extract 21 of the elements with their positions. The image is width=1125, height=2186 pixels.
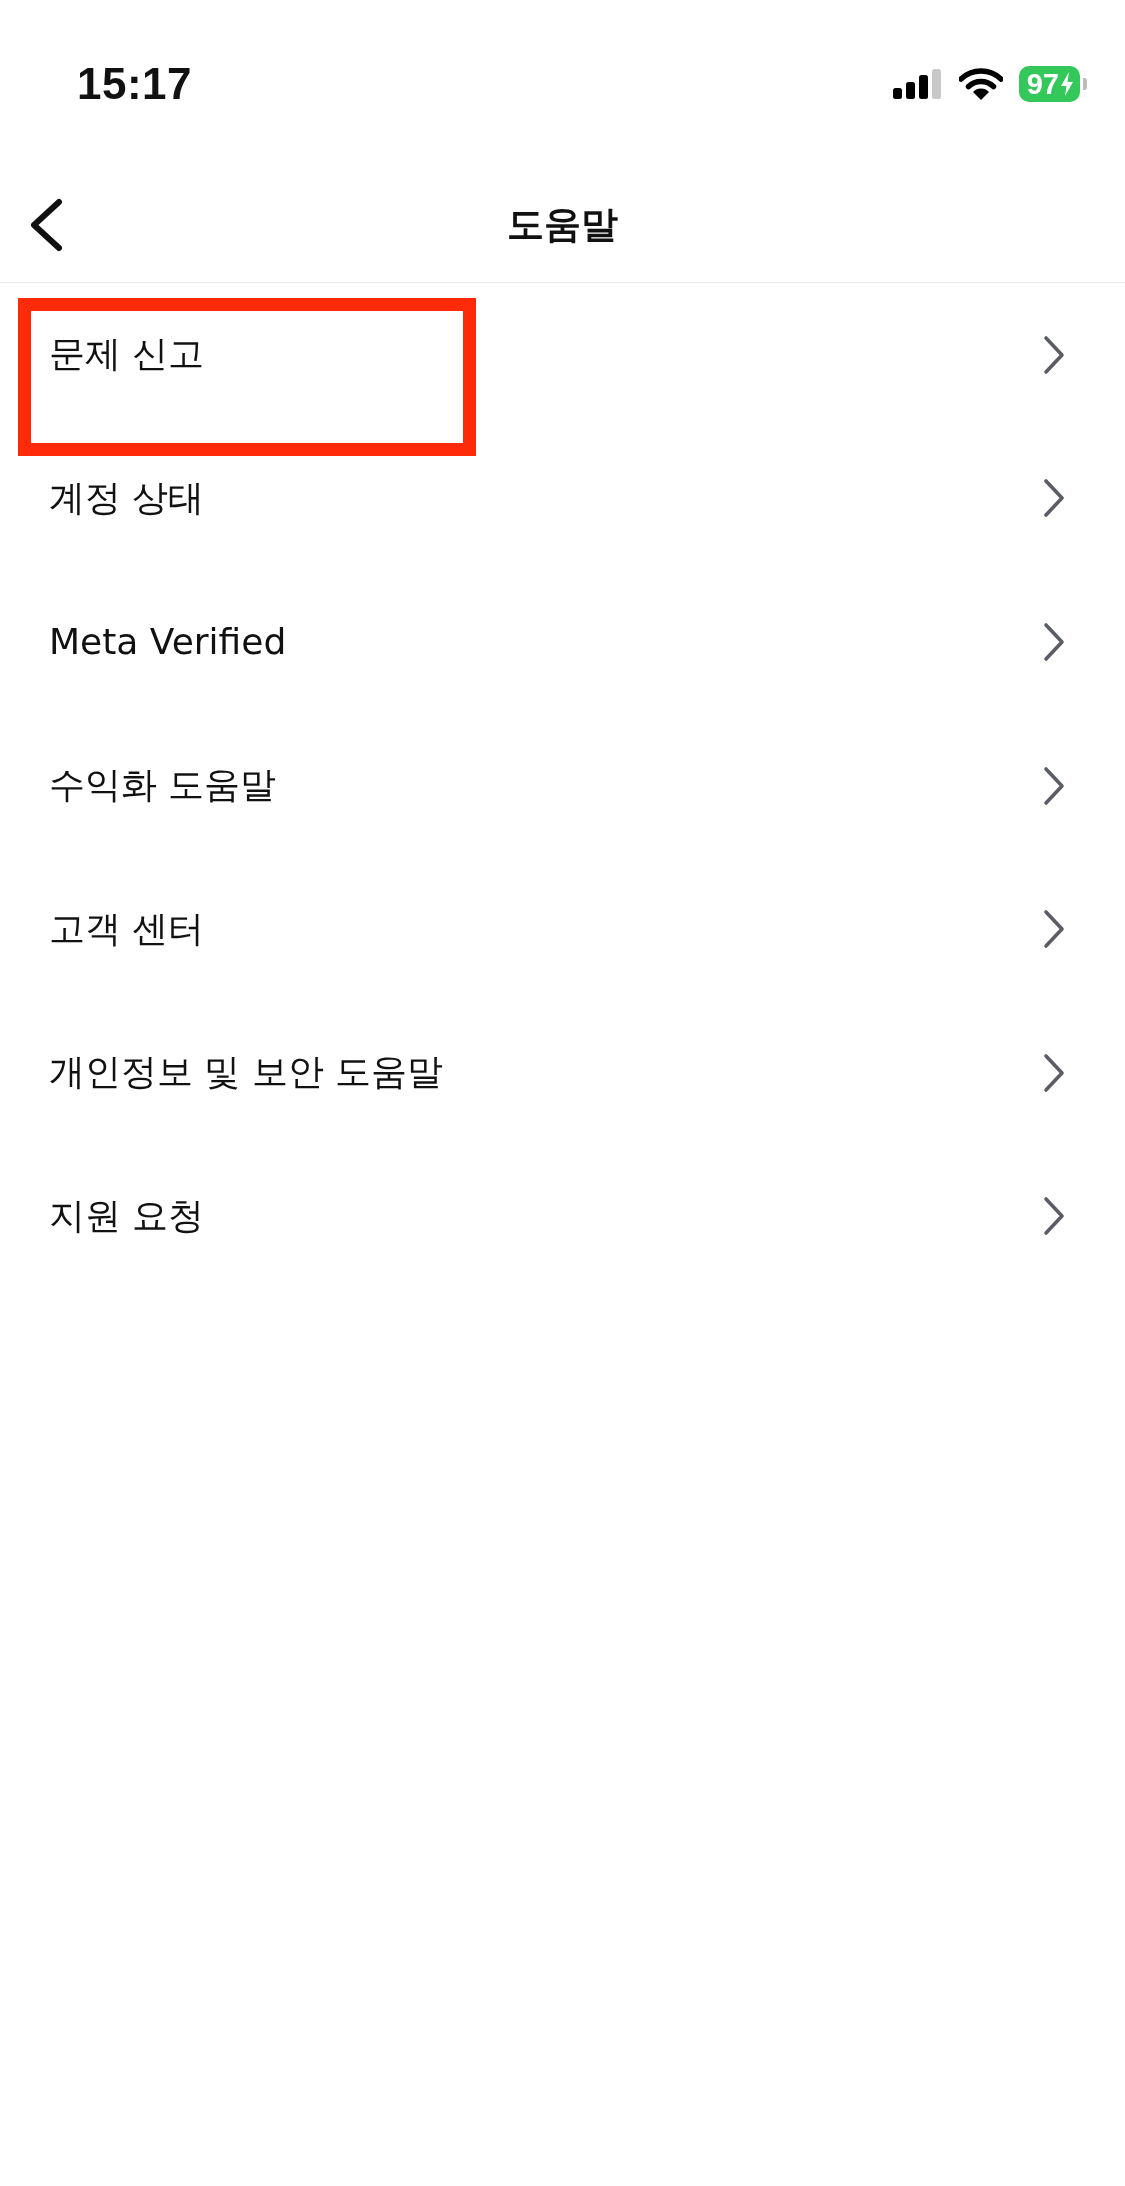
chevron-right-icon bbox=[1042, 1195, 1066, 1238]
menu-item[interactable]: Meta Verified bbox=[0, 570, 1125, 714]
status-time: 15:17 bbox=[77, 59, 193, 109]
page-title: 도움말 bbox=[507, 202, 618, 248]
back-chevron-icon[interactable] bbox=[28, 198, 64, 252]
chevron-right-icon bbox=[1042, 1051, 1066, 1094]
menu-item[interactable]: 문제 신고 bbox=[0, 283, 1125, 427]
chevron-right-icon bbox=[1042, 333, 1066, 376]
chevron-right-icon bbox=[1042, 477, 1066, 520]
menu-item[interactable]: 고객 센터 bbox=[0, 857, 1125, 1001]
chevron-right-icon bbox=[1042, 764, 1066, 807]
menu-item[interactable]: 개인정보 및 보안 도움말 bbox=[0, 1000, 1125, 1145]
menu-item[interactable]: 수익화 도움말 bbox=[0, 713, 1125, 858]
chevron-right-icon bbox=[1042, 621, 1066, 663]
charging-bolt-icon bbox=[1060, 72, 1074, 96]
menu-item[interactable]: 지원 요청 bbox=[0, 1144, 1125, 1289]
wifi-icon bbox=[958, 68, 1003, 100]
menu-item[interactable]: 계정 상태 bbox=[0, 426, 1125, 571]
chevron-right-icon bbox=[1042, 908, 1066, 951]
battery-indicator: 97 bbox=[1018, 66, 1087, 102]
signal-icon bbox=[892, 69, 943, 99]
